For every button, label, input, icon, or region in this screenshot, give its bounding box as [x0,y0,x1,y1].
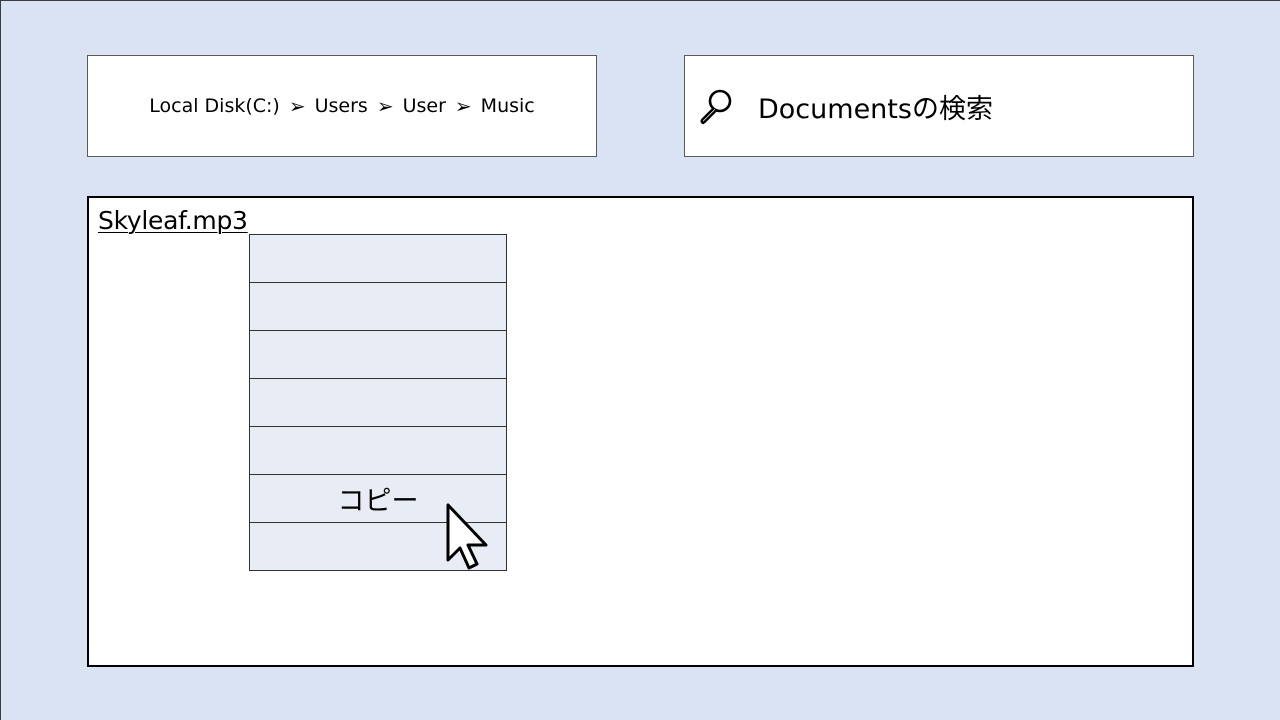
breadcrumb-separator-icon: ➢ [288,94,306,118]
breadcrumb-separator-icon: ➢ [454,94,472,118]
breadcrumb-item-users[interactable]: Users [315,95,368,117]
breadcrumb-separator-icon: ➢ [376,94,394,118]
context-menu-item[interactable] [250,283,506,331]
breadcrumb[interactable]: Local Disk(C:) ➢ Users ➢ User ➢ Music [87,55,597,157]
mouse-pointer-icon [446,503,488,570]
context-menu-item[interactable] [250,331,506,379]
file-item-skyleaf[interactable]: Skyleaf.mp3 [98,206,248,235]
context-menu-item[interactable] [250,235,506,283]
context-menu-item[interactable] [250,427,506,475]
search-icon [700,89,732,125]
breadcrumb-item-local-disk[interactable]: Local Disk(C:) [149,95,280,117]
breadcrumb-item-music[interactable]: Music [481,95,535,117]
search-placeholder: Documentsの検索 [758,93,993,125]
context-menu-item[interactable] [250,379,506,427]
search-input[interactable]: Documentsの検索 [684,55,1194,157]
breadcrumb-item-user[interactable]: User [403,95,446,117]
